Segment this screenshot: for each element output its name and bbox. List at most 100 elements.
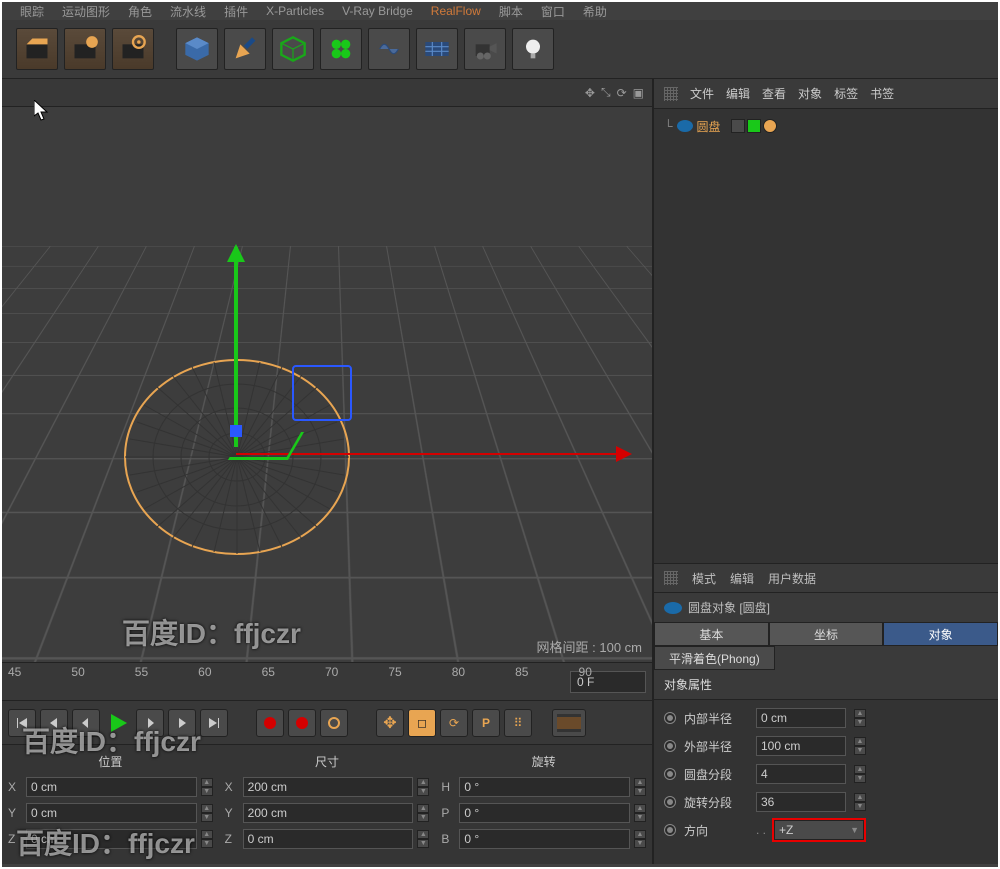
panel-grip-icon[interactable]: [664, 571, 678, 585]
object-name[interactable]: 圆盘: [697, 118, 721, 135]
light-button[interactable]: [512, 28, 554, 70]
record-button[interactable]: [256, 709, 284, 737]
deformer-button[interactable]: [368, 28, 410, 70]
menu-item[interactable]: 眼踪: [20, 3, 44, 20]
menu-item[interactable]: RealFlow: [431, 4, 481, 18]
object-tree-item[interactable]: └ 圆盘: [664, 115, 988, 137]
floor-button[interactable]: [416, 28, 458, 70]
spinner[interactable]: ▲▼: [201, 830, 213, 848]
rot-p-input[interactable]: 0 °: [459, 803, 630, 823]
spinner[interactable]: ▲▼: [634, 830, 646, 848]
axis-z-handle[interactable]: [230, 425, 242, 437]
menu-item[interactable]: 脚本: [499, 3, 523, 20]
pos-x-input[interactable]: 0 cm: [26, 777, 197, 797]
subdivision-button[interactable]: [272, 28, 314, 70]
select-mode-button[interactable]: ◻: [408, 709, 436, 737]
next-key-button[interactable]: [168, 709, 196, 737]
objmgr-menu-tags[interactable]: 标签: [834, 85, 858, 102]
panel-grip-icon[interactable]: [664, 87, 678, 101]
anim-toggle[interactable]: [664, 740, 676, 752]
size-x-input[interactable]: 200 cm: [243, 777, 414, 797]
attrmgr-menu-mode[interactable]: 模式: [692, 570, 716, 587]
pos-y-input[interactable]: 0 cm: [26, 803, 197, 823]
direction-dropdown[interactable]: +Z ▼: [774, 820, 864, 840]
attrmgr-menu-edit[interactable]: 编辑: [730, 570, 754, 587]
camera-button[interactable]: [464, 28, 506, 70]
viewport-nav-icon[interactable]: ✥: [585, 86, 595, 100]
menu-item[interactable]: 插件: [224, 3, 248, 20]
objmgr-menu-object[interactable]: 对象: [798, 85, 822, 102]
size-z-input[interactable]: 0 cm: [243, 829, 414, 849]
objmgr-menu-bookmarks[interactable]: 书签: [870, 85, 894, 102]
spinner[interactable]: ▲▼: [854, 765, 866, 783]
menu-item[interactable]: V-Ray Bridge: [342, 4, 413, 18]
menu-item[interactable]: 运动图形: [62, 3, 110, 20]
point-mode-button[interactable]: P: [472, 709, 500, 737]
viewport-layout-icon[interactable]: ▣: [633, 86, 644, 100]
rot-segments-input[interactable]: 36: [756, 792, 846, 812]
move-mode-button[interactable]: ✥: [376, 709, 404, 737]
menu-item[interactable]: 流水线: [170, 3, 206, 20]
axis-x[interactable]: [236, 453, 626, 455]
spinner[interactable]: ▲▼: [201, 778, 213, 796]
timeline[interactable]: 45 50 55 60 65 70 75 80 85 90 0 F: [2, 662, 652, 700]
dots-mode-button[interactable]: ⠿: [504, 709, 532, 737]
spinner[interactable]: ▲▼: [854, 709, 866, 727]
render-button[interactable]: [16, 28, 58, 70]
inner-radius-input[interactable]: 0 cm: [756, 708, 846, 728]
spinner[interactable]: ▲▼: [417, 778, 429, 796]
autokey-button[interactable]: [288, 709, 316, 737]
film-button[interactable]: [552, 709, 586, 737]
render-region-button[interactable]: [64, 28, 106, 70]
spinner[interactable]: ▲▼: [417, 804, 429, 822]
spinner[interactable]: ▲▼: [417, 830, 429, 848]
viewport-zoom-icon[interactable]: ⤡: [601, 85, 611, 100]
play-button[interactable]: [104, 709, 132, 737]
tab-basic[interactable]: 基本: [654, 622, 769, 646]
disc-segments-input[interactable]: 4: [756, 764, 846, 784]
spinner[interactable]: ▲▼: [201, 804, 213, 822]
tab-phong[interactable]: 平滑着色(Phong): [654, 646, 775, 670]
prev-key-button[interactable]: [40, 709, 68, 737]
rotate-handle[interactable]: [292, 365, 352, 421]
objmgr-menu-edit[interactable]: 编辑: [726, 85, 750, 102]
anim-toggle[interactable]: [664, 768, 676, 780]
spinner[interactable]: ▲▼: [634, 778, 646, 796]
key-options-button[interactable]: [320, 709, 348, 737]
menu-item[interactable]: 角色: [128, 3, 152, 20]
next-frame-button[interactable]: [136, 709, 164, 737]
menu-item[interactable]: 窗口: [541, 3, 565, 20]
menu-item[interactable]: 希助: [583, 3, 607, 20]
timeline-mark: 90: [579, 665, 592, 679]
spinner[interactable]: ▲▼: [854, 793, 866, 811]
rot-h-input[interactable]: 0 °: [459, 777, 630, 797]
outer-radius-input[interactable]: 100 cm: [756, 736, 846, 756]
prev-frame-button[interactable]: [72, 709, 100, 737]
size-y-input[interactable]: 200 cm: [243, 803, 414, 823]
spinner[interactable]: ▲▼: [854, 737, 866, 755]
object-tree[interactable]: └ 圆盘: [654, 109, 998, 563]
anim-toggle[interactable]: [664, 824, 676, 836]
anim-toggle[interactable]: [664, 712, 676, 724]
attrmgr-menu-userdata[interactable]: 用户数据: [768, 570, 816, 587]
rot-b-input[interactable]: 0 °: [459, 829, 630, 849]
axis-y[interactable]: [234, 247, 238, 447]
tab-object[interactable]: 对象: [883, 622, 998, 646]
objmgr-menu-file[interactable]: 文件: [690, 85, 714, 102]
render-settings-button[interactable]: [112, 28, 154, 70]
spinner[interactable]: ▲▼: [634, 804, 646, 822]
tab-coordinates[interactable]: 坐标: [769, 622, 884, 646]
cube-tool-button[interactable]: [176, 28, 218, 70]
goto-end-button[interactable]: [200, 709, 228, 737]
objmgr-menu-view[interactable]: 查看: [762, 85, 786, 102]
viewport[interactable]: 网格间距 : 100 cm: [2, 107, 652, 662]
rotate-mode-button[interactable]: ⟳: [440, 709, 468, 737]
anim-toggle[interactable]: [664, 796, 676, 808]
cloner-button[interactable]: [320, 28, 362, 70]
pen-tool-button[interactable]: [224, 28, 266, 70]
pos-z-input[interactable]: 0 cm: [26, 829, 197, 849]
menu-item[interactable]: X-Particles: [266, 4, 324, 18]
object-tags[interactable]: [731, 119, 777, 133]
goto-start-button[interactable]: [8, 709, 36, 737]
viewport-rotate-icon[interactable]: ⟳: [617, 86, 627, 100]
